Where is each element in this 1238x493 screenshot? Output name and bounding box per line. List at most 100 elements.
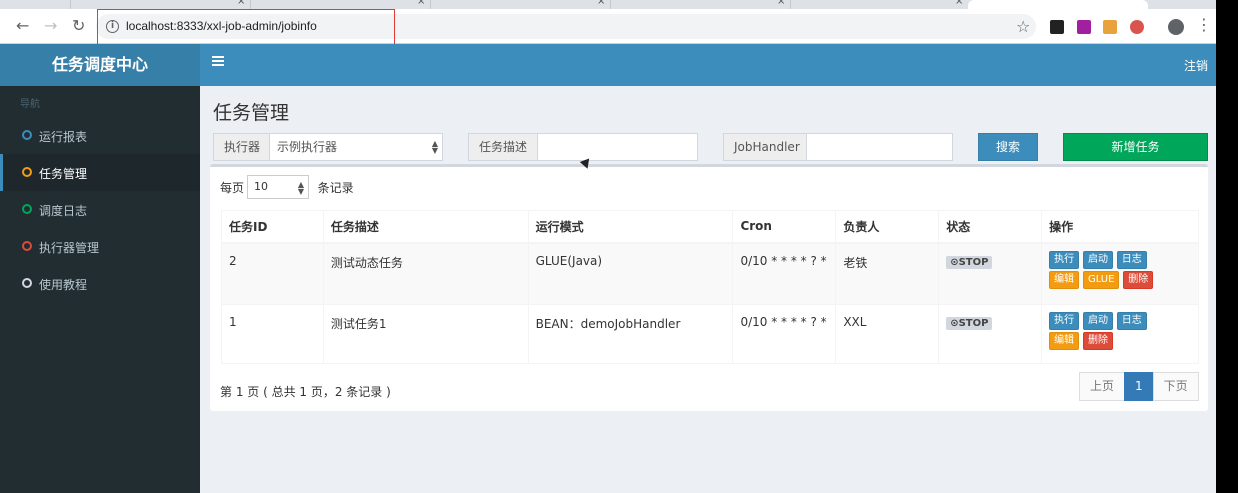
circle-icon (22, 241, 32, 251)
handler-filter: JobHandler (723, 133, 953, 161)
tab-close-icon[interactable]: × (597, 0, 605, 7)
sidebar-item-label: 执行器管理 (39, 241, 100, 255)
column-header[interactable]: Cron (732, 210, 837, 244)
job-desc: 测试任务1 (322, 304, 529, 364)
handler-input[interactable] (807, 134, 952, 160)
sidebar-item-jobs[interactable]: 任务管理 (0, 154, 200, 191)
executor-filter[interactable]: 执行器 示例执行器 ▲ ▼ (213, 133, 443, 161)
search-button[interactable]: 搜索 (978, 133, 1038, 161)
circle-icon (22, 130, 32, 140)
current-page-button[interactable]: 1 (1124, 372, 1154, 401)
job-owner: XXL (835, 304, 940, 364)
page-size-select[interactable]: 10 ▲ ▼ (247, 175, 309, 199)
desc-input[interactable] (538, 134, 697, 160)
logo[interactable]: 任务调度中心 (0, 44, 200, 86)
next-page-button[interactable]: 下页 (1152, 372, 1199, 401)
url-highlight-annotation (97, 9, 395, 48)
handler-label: JobHandler (724, 134, 807, 160)
desc-filter: 任务描述 (468, 133, 698, 161)
sidebar-header: 导航 (20, 99, 40, 110)
tab-close-icon[interactable]: × (955, 0, 963, 7)
hamburger-menu-icon[interactable] (212, 56, 224, 68)
column-header[interactable]: 操作 (1041, 210, 1199, 244)
job-cron: 0/10 * * * * ? * (732, 304, 837, 364)
log-button[interactable]: 日志 (1116, 312, 1147, 330)
start-button[interactable]: 启动 (1082, 312, 1113, 330)
executor-select-value: 示例执行器 (277, 140, 338, 154)
extension-tampermonkey-icon[interactable] (1103, 20, 1117, 34)
job-id: 1 (221, 304, 324, 364)
edit-button[interactable]: 编辑 (1049, 332, 1080, 350)
table-row: 2 测试动态任务 GLUE(Java) 0/10 * * * * ? * 老铁 … (221, 242, 1199, 305)
main-content: 任务管理 执行器 示例执行器 ▲ ▼ 任务描述 JobHandler 搜索 新增任… (200, 86, 1216, 493)
circle-icon (22, 204, 32, 214)
sidebar-item-label: 调度日志 (39, 204, 88, 218)
executor-label: 执行器 (214, 134, 270, 160)
column-header[interactable]: 运行模式 (527, 210, 734, 244)
executor-select[interactable]: 示例执行器 ▲ ▼ (270, 134, 442, 160)
tab-close-icon[interactable]: × (417, 0, 425, 7)
browser-tab[interactable]: × (250, 0, 430, 9)
circle-icon (22, 278, 32, 288)
select-arrows-icon: ▲ ▼ (297, 180, 304, 196)
extension-bug-icon[interactable] (1130, 20, 1144, 34)
table-row: 1 测试任务1 BEAN：demoJobHandler 0/10 * * * *… (221, 304, 1199, 364)
browser-menu-icon[interactable]: ⋮ (1196, 15, 1212, 34)
select-arrows-icon: ▲ ▼ (431, 139, 438, 155)
column-header[interactable]: 状态 (938, 210, 1043, 244)
add-job-button[interactable]: 新增任务 (1063, 133, 1208, 161)
glue-button[interactable]: GLUE (1082, 270, 1120, 289)
run-button[interactable]: 执行 (1049, 250, 1080, 269)
browser-tab[interactable]: × (610, 0, 790, 9)
pagination-info: 第 1 页 ( 总共 1 页，2 条记录 ) (220, 385, 391, 399)
delete-button[interactable]: 删除 (1082, 332, 1113, 350)
logout-link[interactable]: 注销 (1184, 57, 1208, 74)
run-button[interactable]: 执行 (1049, 312, 1080, 330)
status-badge: ⊙STOP (946, 317, 993, 330)
profile-avatar-icon[interactable] (1168, 19, 1184, 35)
job-id: 2 (221, 242, 324, 305)
job-status-cell: ⊙STOP (938, 242, 1043, 305)
back-icon[interactable]: ← (16, 17, 29, 35)
extension-j-icon[interactable] (1050, 20, 1064, 34)
column-header[interactable]: 任务描述 (322, 210, 529, 244)
sidebar-item-label: 运行报表 (39, 130, 88, 144)
log-button[interactable]: 日志 (1116, 250, 1147, 269)
sidebar-item-reports[interactable]: 运行报表 (0, 117, 200, 154)
delete-button[interactable]: 删除 (1123, 270, 1154, 289)
job-actions: 执行 启动 日志 编辑 删除 (1041, 304, 1199, 364)
tab-close-icon[interactable]: × (237, 0, 245, 7)
page-title: 任务管理 (213, 102, 290, 124)
column-header[interactable]: 任务ID (221, 210, 324, 244)
job-mode: BEAN：demoJobHandler (527, 304, 734, 364)
active-browser-tab[interactable] (968, 0, 1148, 9)
job-status-cell: ⊙STOP (938, 304, 1043, 364)
forward-icon[interactable]: → (44, 17, 57, 35)
status-badge: ⊙STOP (946, 255, 993, 269)
pagination: 上页 1 下页 (1079, 372, 1199, 401)
job-owner: 老铁 (835, 242, 940, 305)
browser-window: × × × × × ← → ↻ i localhost:8333/xxl-job… (0, 0, 1216, 493)
page-size-value: 10 (254, 180, 268, 193)
browser-tab[interactable]: × (430, 0, 610, 9)
edit-button[interactable]: 编辑 (1049, 270, 1080, 289)
sidebar-item-executors[interactable]: 执行器管理 (0, 228, 200, 265)
app-header: 任务调度中心 注销 (0, 44, 1216, 86)
job-desc: 测试动态任务 (322, 242, 529, 305)
extension-pdf-icon[interactable] (1077, 20, 1091, 34)
column-header[interactable]: 负责人 (835, 210, 940, 244)
job-cron: 0/10 * * * * ? * (732, 242, 837, 305)
browser-tab[interactable]: × (790, 0, 968, 9)
tab-close-icon[interactable]: × (777, 0, 785, 7)
job-mode: GLUE(Java) (527, 242, 734, 305)
bookmark-star-icon[interactable]: ☆ (1016, 17, 1030, 36)
browser-tab[interactable]: × (70, 0, 250, 9)
prev-page-button[interactable]: 上页 (1079, 372, 1126, 401)
reload-icon[interactable]: ↻ (72, 17, 85, 35)
job-table: 任务ID 任务描述 运行模式 Cron 负责人 状态 操作 2 测试动态任务 G… (221, 210, 1199, 364)
job-actions: 执行 启动 日志 编辑 GLUE 删除 (1041, 242, 1199, 305)
start-button[interactable]: 启动 (1082, 250, 1113, 269)
sidebar-item-logs[interactable]: 调度日志 (0, 191, 200, 228)
sidebar-item-help[interactable]: 使用教程 (0, 265, 200, 302)
table-header-row: 任务ID 任务描述 运行模式 Cron 负责人 状态 操作 (221, 210, 1199, 244)
